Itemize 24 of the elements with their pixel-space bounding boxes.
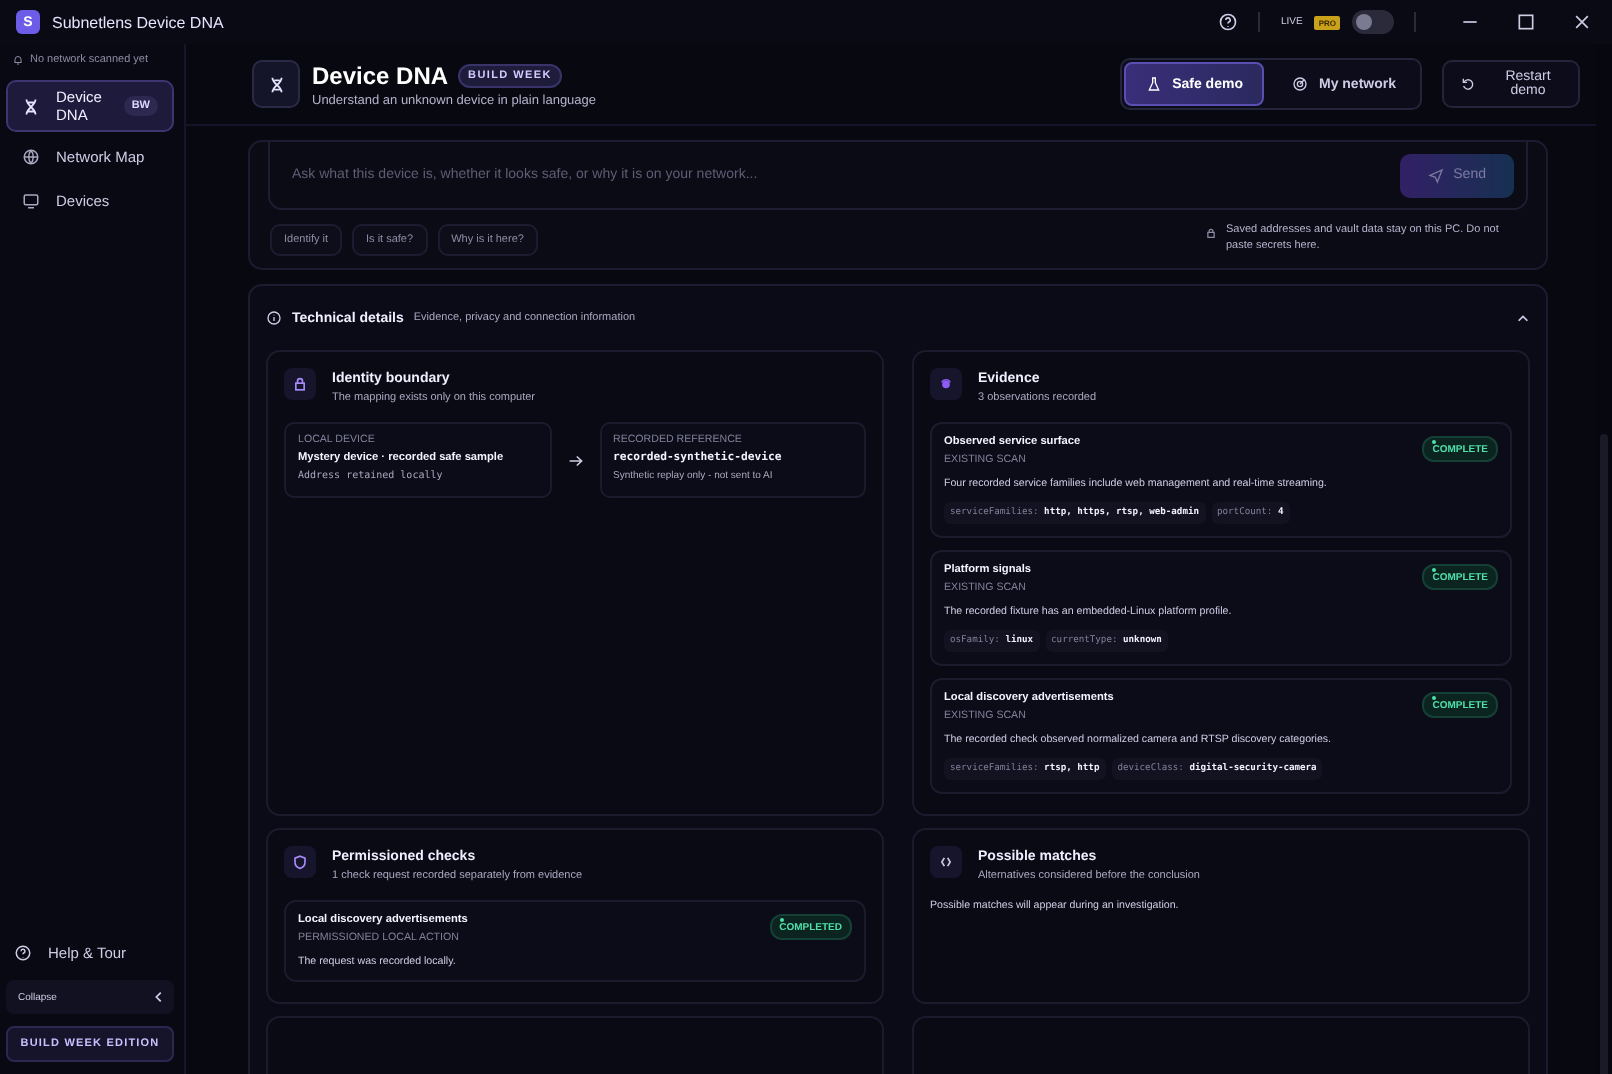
dna-icon [22, 97, 40, 115]
page-title: Device DNA [312, 61, 449, 89]
info-icon [266, 310, 282, 326]
chevron-up-icon[interactable] [1516, 311, 1530, 325]
lock-icon [284, 368, 316, 400]
help-icon[interactable] [1218, 12, 1239, 32]
chevron-left-icon [152, 990, 166, 1004]
restart-icon [1460, 76, 1476, 92]
bell-icon [12, 54, 24, 66]
help-icon [14, 944, 32, 962]
arrow-right-icon [567, 453, 583, 467]
dna-icon [252, 60, 300, 108]
lock-icon [1206, 228, 1216, 238]
live-toggle[interactable] [1352, 10, 1394, 34]
shield-icon [284, 846, 316, 878]
maximize-icon[interactable] [1516, 12, 1536, 32]
close-icon[interactable] [1572, 12, 1592, 32]
brackets-icon [930, 846, 962, 878]
send-icon [1427, 167, 1444, 183]
monitor-icon [22, 191, 40, 209]
window-title: Subnetlens Device DNA [52, 13, 224, 31]
flask-icon [1146, 76, 1163, 92]
globe-icon [22, 147, 40, 165]
radar-icon [1292, 76, 1309, 92]
